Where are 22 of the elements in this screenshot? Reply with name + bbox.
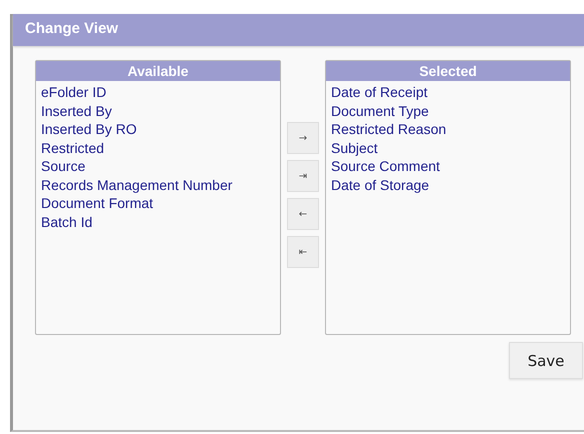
move-button[interactable]: ⇥ [287, 160, 319, 192]
list-item[interactable]: Inserted By RO [41, 121, 137, 137]
list-item[interactable]: Restricted [41, 140, 104, 156]
list-item[interactable]: Source Comment [331, 158, 440, 174]
list-item[interactable]: Subject [331, 140, 378, 156]
list-item[interactable]: Date of Receipt [331, 84, 428, 100]
window-title: Change View [13, 14, 584, 46]
move-button[interactable]: → [287, 122, 319, 154]
list-heading: Available [36, 61, 280, 81]
save-button[interactable]: Save [509, 342, 583, 379]
list-heading: Selected [326, 61, 570, 81]
list-item[interactable]: Date of Storage [331, 176, 430, 192]
list-item[interactable]: eFolder ID [41, 84, 106, 100]
list-item[interactable]: Batch Id [41, 214, 92, 230]
list-item[interactable]: Inserted By [41, 102, 112, 118]
list-item[interactable]: Source [41, 158, 86, 174]
move-button[interactable]: ← [287, 198, 319, 230]
move-button[interactable]: ⇤ [287, 236, 319, 268]
list-item[interactable]: Restricted Reason [331, 121, 446, 137]
list-item[interactable]: Records Management Number [41, 176, 232, 192]
list-item[interactable]: Document Type [331, 102, 429, 118]
list-item[interactable]: Document Format [41, 195, 154, 211]
